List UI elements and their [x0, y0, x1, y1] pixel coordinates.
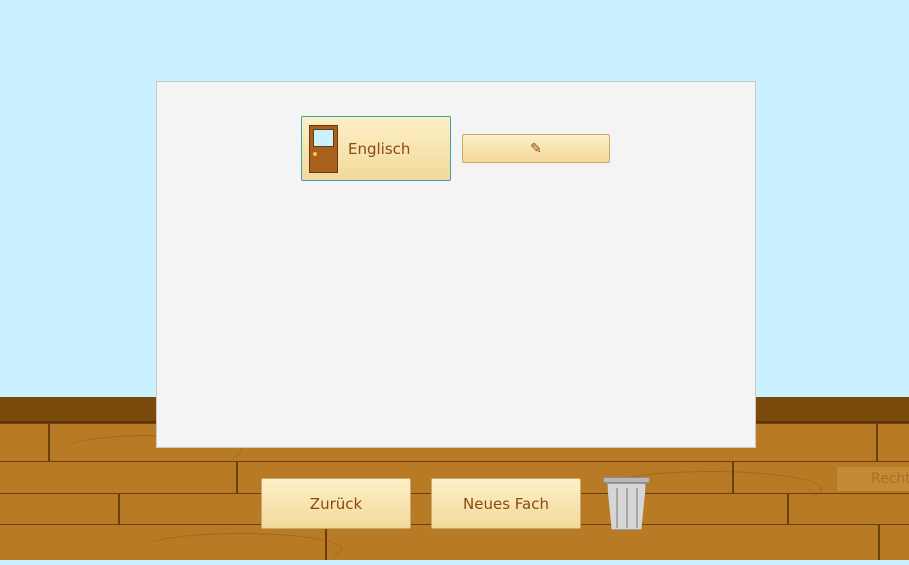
edit-subject-button[interactable]: ✎ — [462, 134, 610, 163]
door-icon — [309, 124, 338, 173]
pencil-icon: ✎ — [530, 140, 542, 157]
door-knob — [313, 151, 317, 156]
plank-seam — [48, 423, 50, 461]
subject-list-panel — [156, 81, 756, 448]
offscreen-right-label: Recht — [871, 471, 909, 487]
back-button-label: Zurück — [309, 494, 363, 513]
trash-rib — [626, 488, 628, 528]
new-subject-button[interactable]: Neues Fach — [431, 478, 581, 529]
offscreen-right-button[interactable]: Recht — [837, 467, 909, 491]
plank-seam — [236, 461, 238, 493]
plank-seam — [118, 493, 120, 524]
trash-lid — [603, 477, 650, 483]
trash-can-icon[interactable] — [603, 477, 650, 531]
new-subject-button-label: Neues Fach — [463, 494, 549, 513]
trash-rib — [636, 488, 638, 528]
back-button[interactable]: Zurück — [261, 478, 411, 529]
subject-button-englisch[interactable]: Englisch — [301, 116, 451, 181]
trash-body — [607, 483, 646, 530]
door-window — [313, 128, 334, 147]
trash-rib — [616, 488, 618, 528]
wood-grain — [140, 533, 342, 565]
subject-label: Englisch — [348, 139, 411, 158]
plank-seam — [878, 524, 880, 560]
plank-seam — [876, 423, 878, 461]
